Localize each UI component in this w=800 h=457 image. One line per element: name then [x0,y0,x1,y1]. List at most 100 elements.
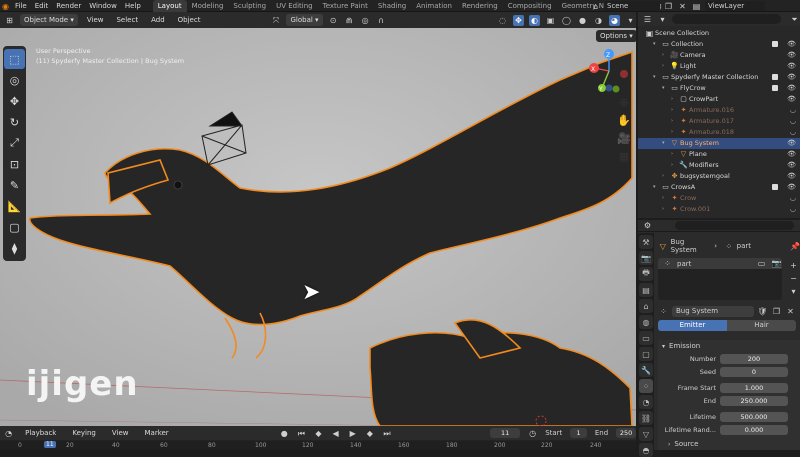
expand-arrow-icon[interactable]: ▾ [662,83,669,94]
expand-arrow-icon[interactable]: › [671,116,678,127]
snap-icon[interactable]: ⋒ [344,15,355,26]
exclude-checkbox[interactable] [772,85,778,91]
menu-edit[interactable]: Edit [31,2,53,10]
hair-tab[interactable]: Hair [727,320,796,331]
outliner-row[interactable]: › 💡 Light 👁 [638,61,800,72]
expand-arrow-icon[interactable]: › [662,61,669,72]
expand-arrow-icon[interactable]: › [671,160,678,171]
overlay-toggle-icon[interactable]: ◐ [529,14,540,26]
fake-user-icon[interactable]: 🛡 [757,306,768,317]
outliner-row[interactable]: ▾ ▭ Spyderfy Master Collection 👁 [638,72,800,83]
options-dropdown[interactable]: Options ▾ [596,30,636,42]
view-layer-field[interactable]: ViewLayer [705,1,765,11]
particle-settings-icon[interactable]: ⁘ [658,306,669,317]
pan-hand-icon[interactable]: ✋ [616,112,632,128]
visibility-eye-icon[interactable]: 👁 [787,50,796,61]
visibility-eye-icon[interactable]: ◡ [790,193,796,204]
emitter-tab[interactable]: Emitter [658,320,727,331]
expand-arrow-icon[interactable]: › [662,193,669,204]
unlink-icon[interactable]: ✕ [785,306,796,317]
visibility-eye-icon[interactable]: 👁 [787,39,796,50]
zoom-icon[interactable]: ⊕ [616,94,632,110]
workspace-tab-shading[interactable]: Shading [373,0,411,12]
outliner-row[interactable]: › ✦ Crow.001 ◡ [638,204,800,215]
outliner-row[interactable]: ▾ ▽ Bug System 👁 [638,138,800,149]
play-icon[interactable]: ▶ [348,428,357,439]
close-icon[interactable]: ✕ [677,1,688,12]
outliner-row[interactable]: › ✦ Armature.017 ◡ [638,116,800,127]
visibility-eye-icon[interactable]: 👁 [787,72,796,83]
expand-arrow-icon[interactable]: ▾ [653,39,660,50]
prev-keyframe-icon[interactable]: ◆ [314,428,323,439]
visibility-eye-icon[interactable]: 👁 [787,171,796,182]
gizmo-toggle-icon[interactable]: ✥ [513,14,524,26]
menu-help[interactable]: Help [121,2,145,10]
falloff-icon[interactable]: ∩ [376,15,387,26]
workspace-tab-compositing[interactable]: Compositing [503,0,557,12]
property-value-field[interactable]: 0.000 [720,425,788,435]
display-mode-icon[interactable]: ▾ [657,14,668,25]
outliner-search-input[interactable] [672,14,781,24]
view-layer-tab-icon[interactable]: ▤ [639,283,653,297]
blender-logo-icon[interactable]: ◉ [0,1,11,12]
shading-options-icon[interactable]: ▾ [625,15,636,26]
duplicate-icon[interactable]: ❐ [771,306,782,317]
cursor-tool-icon[interactable]: ◎ [4,70,25,90]
workspace-tab-sculpting[interactable]: Sculpting [228,0,271,12]
workspace-tab-uv-editing[interactable]: UV Editing [271,0,318,12]
expand-arrow-icon[interactable]: › [671,127,678,138]
property-value-field[interactable]: 1.000 [720,383,788,393]
menu-render[interactable]: Render [52,2,85,10]
outliner-row[interactable]: › ✦ Crow ◡ [638,193,800,204]
jump-start-icon[interactable]: ⏮ [297,428,306,439]
outliner-row[interactable]: › ✦ Armature.018 ◡ [638,127,800,138]
transform-orientation-dropdown[interactable]: Global ▾ [286,14,323,26]
pen-tool-icon[interactable]: ⧫ [4,238,25,258]
scene-tab-icon[interactable]: ⌂ [639,299,653,313]
outliner-row[interactable]: › 🔧 Modifiers 👁 [638,160,800,171]
world-tab-icon[interactable]: ◍ [639,315,653,329]
outliner-row[interactable]: ▾ ▭ CrowsA 👁 [638,182,800,193]
navigation-gizmo[interactable]: X Y Z [586,48,632,94]
particles-tab-icon[interactable]: ⁘ [639,379,653,393]
outliner-row[interactable]: › ✥ bugsystemgoal 👁 [638,171,800,182]
slot-render-toggle-icon[interactable]: 📷 [771,258,782,269]
visibility-eye-icon[interactable]: ◡ [790,116,796,127]
wireframe-shading-icon[interactable]: ◯ [561,15,572,26]
add-menu[interactable]: Add [147,14,169,26]
particle-settings-name[interactable]: Bug System [672,306,754,317]
visibility-eye-icon[interactable]: ◡ [790,127,796,138]
start-frame-field[interactable]: 1 [570,428,587,438]
expand-arrow-icon[interactable]: ▾ [653,182,660,193]
move-tool-icon[interactable]: ✥ [4,91,25,111]
physics-tab-icon[interactable]: ◔ [639,395,653,409]
measure-tool-icon[interactable]: 📐 [4,196,25,216]
keying-menu[interactable]: Keying [68,427,100,439]
expand-arrow-icon[interactable]: › [671,105,678,116]
ortho-grid-icon[interactable]: ▦ [616,148,632,164]
menu-window[interactable]: Window [85,2,121,10]
proportional-edit-icon[interactable]: ◎ [360,15,371,26]
exclude-checkbox[interactable] [772,184,778,190]
select-menu[interactable]: Select [112,14,142,26]
output-tab-icon[interactable]: 🖶 [639,267,653,281]
exclude-checkbox[interactable] [772,41,778,47]
outliner-row[interactable]: › ✦ Armature.016 ◡ [638,105,800,116]
timeline-view-menu[interactable]: View [108,427,133,439]
outliner-row[interactable]: ▾ ▭ FlyCrow 👁 [638,83,800,94]
workspace-tab-modeling[interactable]: Modeling [187,0,229,12]
menu-file[interactable]: File [11,2,31,10]
expand-arrow-icon[interactable]: › [662,50,669,61]
visibility-eye-icon[interactable]: ◡ [790,204,796,215]
outliner-row[interactable]: ▾ ▭ Collection 👁 [638,39,800,50]
expand-arrow-icon[interactable]: › [671,149,678,160]
collection-tab-icon[interactable]: ▭ [639,331,653,345]
rotate-tool-icon[interactable]: ↻ [4,112,25,132]
data-tab-icon[interactable]: ▽ [639,427,653,441]
copy-icon[interactable]: ❐ [663,1,674,12]
expand-arrow-icon[interactable]: › [671,94,678,105]
workspace-tab-layout[interactable]: Layout [152,0,187,12]
material-tab-icon[interactable]: ◓ [639,443,653,457]
remove-slot-icon[interactable]: − [788,273,799,284]
visibility-eye-icon[interactable]: 👁 [787,83,796,94]
